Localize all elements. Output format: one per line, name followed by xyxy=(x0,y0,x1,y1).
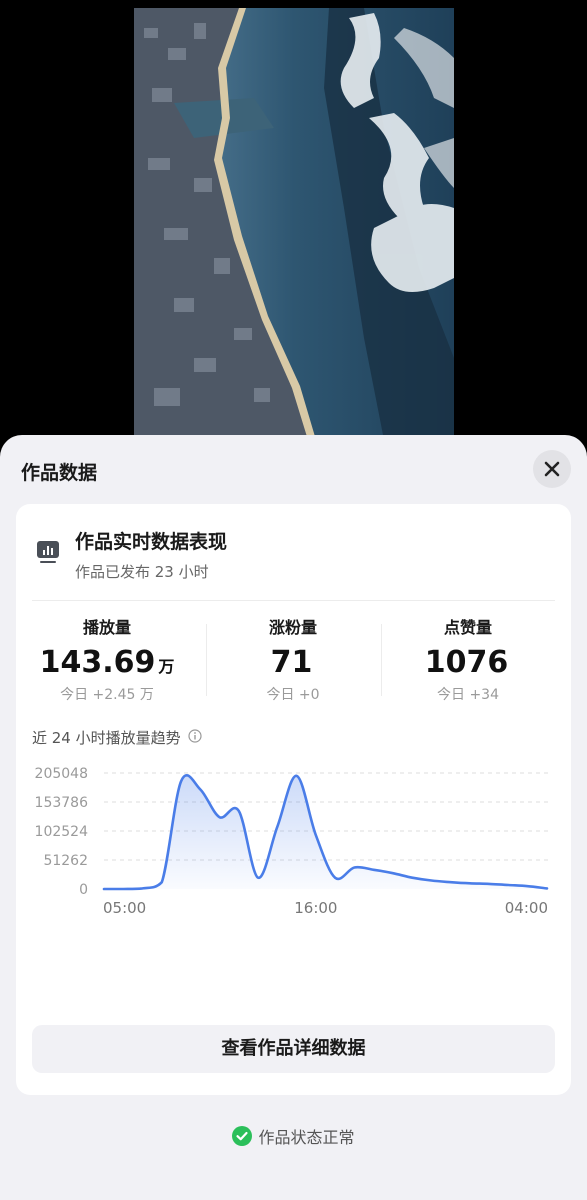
metric-value: 1076 xyxy=(381,645,555,681)
card-heading: 作品实时数据表现 xyxy=(75,531,228,553)
close-icon xyxy=(544,461,560,477)
data-bottom-sheet: 作品数据 作品实时数据表现 作品已发布 23 小时 播放量 143.69 万 今日… xyxy=(0,435,587,1200)
metric-delta: 今日 +2.45 万 xyxy=(60,687,154,703)
view-details-button[interactable]: 查看作品详细数据 xyxy=(32,1025,555,1073)
trend-chart[interactable]: 205048 153786 102524 51262 0 05:00 16:00 04:00 xyxy=(16,744,571,934)
x-axis-labels: 05:00 16:00 04:00 xyxy=(103,899,548,917)
video-thumbnail[interactable] xyxy=(134,8,454,440)
metric-value: 71 xyxy=(206,645,380,681)
y-tick-label: 51262 xyxy=(43,853,88,869)
y-axis-labels: 205048 153786 102524 51262 0 xyxy=(35,766,89,898)
metric-label: 点赞量 xyxy=(443,618,492,637)
metric-value: 143.69 万 xyxy=(20,645,194,681)
y-tick-label: 102524 xyxy=(35,824,89,840)
metric-number: 1076 xyxy=(424,645,509,680)
screen: 作品数据 作品实时数据表现 作品已发布 23 小时 播放量 143.69 万 今日… xyxy=(0,0,587,1200)
status-text: 作品状态正常 xyxy=(258,1128,355,1147)
sheet-title: 作品数据 xyxy=(21,462,98,484)
stats-card: 作品实时数据表现 作品已发布 23 小时 播放量 143.69 万 今日 +2.4… xyxy=(16,504,571,1095)
y-tick-label: 0 xyxy=(79,882,88,898)
publish-time: 作品已发布 23 小时 xyxy=(75,563,209,581)
metric-label: 播放量 xyxy=(82,618,131,637)
metric-label: 涨粉量 xyxy=(268,618,317,637)
check-circle-icon xyxy=(232,1126,253,1146)
metric-plays[interactable]: 播放量 143.69 万 今日 +2.45 万 xyxy=(20,617,194,705)
x-tick-label: 05:00 xyxy=(103,899,146,917)
x-tick-label: 04:00 xyxy=(505,899,548,917)
y-tick-label: 153786 xyxy=(35,795,89,811)
metric-delta: 今日 +0 xyxy=(266,687,320,703)
metric-followers[interactable]: 涨粉量 71 今日 +0 xyxy=(206,617,380,705)
bar-chart-icon xyxy=(37,541,59,563)
info-icon[interactable] xyxy=(188,729,202,743)
metric-delta: 今日 +34 xyxy=(437,687,499,703)
tsunami-aerial-image xyxy=(134,8,454,440)
y-tick-label: 205048 xyxy=(35,766,88,782)
metric-number: 71 xyxy=(270,645,313,680)
metric-number: 143.69 xyxy=(39,645,156,680)
x-tick-label: 16:00 xyxy=(294,899,337,917)
metric-likes[interactable]: 点赞量 1076 今日 +34 xyxy=(381,617,555,705)
status-row: 作品状态正常 xyxy=(0,1124,587,1150)
metric-unit: 万 xyxy=(158,657,175,676)
close-button[interactable] xyxy=(533,450,571,488)
divider xyxy=(32,600,555,601)
video-area[interactable] xyxy=(0,0,587,440)
